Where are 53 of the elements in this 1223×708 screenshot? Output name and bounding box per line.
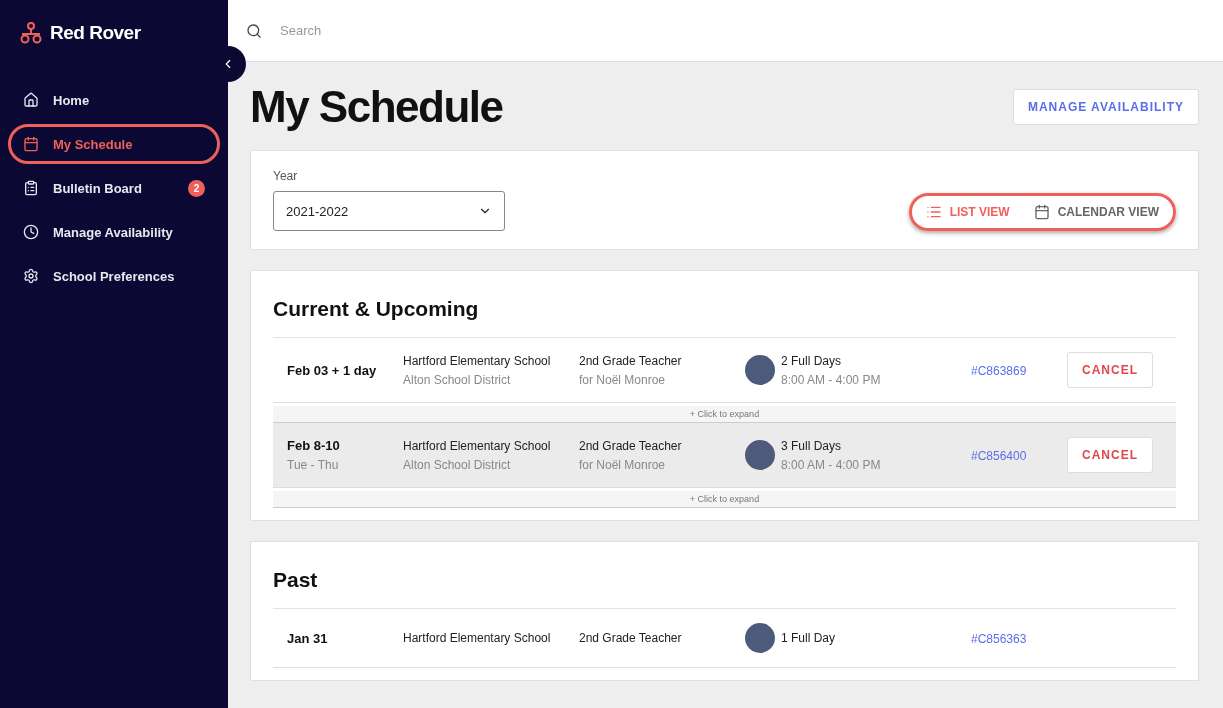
time-text: 8:00 AM - 4:00 PM [781, 457, 882, 472]
duration-text: 1 Full Day [781, 631, 837, 645]
teacher-text: for Noël Monroe [579, 457, 667, 472]
position-text: 2nd Grade Teacher [579, 353, 683, 368]
confirmation-link[interactable]: #C863869 [971, 364, 1027, 378]
avatar-circle [745, 355, 775, 385]
school-text: Hartford Elementary School [403, 438, 552, 453]
expand-button[interactable]: + Click to expand [273, 406, 1176, 423]
position-text: 2nd Grade Teacher [579, 438, 683, 453]
settings-icon [23, 268, 39, 284]
calendar-icon [23, 136, 39, 152]
school-text: Hartford Elementary School [403, 631, 552, 645]
schedule-row[interactable]: Feb 8-10 Tue - Thu Hartford Elementary School Alton School District 2nd Grade Teacher for Noël Monroe 3 Full Days 8:00 AM - 4:00 PM #C856400 CANCEL [273, 423, 1176, 488]
clipboard-icon [23, 180, 39, 196]
cancel-button[interactable]: CANCEL [1067, 352, 1153, 388]
duration-text: 3 Full Days [781, 438, 843, 453]
district-text: Alton School District [403, 372, 512, 387]
confirmation-link[interactable]: #C856400 [971, 449, 1027, 463]
expand-button[interactable]: + Click to expand [273, 491, 1176, 508]
calendar-icon [1033, 204, 1050, 220]
logo-icon [18, 22, 44, 44]
confirmation-link[interactable]: #C856363 [971, 632, 1027, 646]
manage-availability-button[interactable]: MANAGE AVAILABILITY [1012, 89, 1199, 125]
school-text: Hartford Elementary School [403, 353, 552, 368]
search-icon [246, 23, 262, 39]
nav-item[interactable]: Home [8, 80, 220, 120]
nav-item[interactable]: My Schedule [8, 124, 220, 164]
year-label: Year [273, 169, 299, 183]
district-text: Alton School District [403, 457, 512, 472]
search-field[interactable]: Search [228, 0, 1223, 62]
teacher-text: for Noël Monroe [579, 372, 667, 387]
nav-item[interactable]: Manage Availability [8, 212, 220, 252]
cancel-button[interactable]: CANCEL [1067, 437, 1153, 473]
home-icon [23, 92, 39, 108]
clock-icon [23, 224, 39, 240]
brand-name: Red Rover [50, 22, 141, 44]
avatar-circle [745, 440, 775, 470]
date-text: Feb 8-10 [287, 438, 341, 453]
nav-item[interactable]: School Preferences [8, 256, 220, 296]
page-title: My Schedule [250, 82, 503, 132]
position-text: 2nd Grade Teacher [579, 631, 683, 645]
year-select[interactable]: 2021-2022 [273, 191, 505, 231]
date-text: Feb 03 + 1 day [287, 362, 378, 378]
days-text: Tue - Thu [287, 458, 340, 472]
duration-text: 2 Full Days [781, 353, 843, 368]
nav-item[interactable]: Bulletin Board 2 [8, 168, 220, 208]
view-tab[interactable]: CALENDAR VIEW [1033, 204, 1159, 220]
count-badge: 2 [188, 179, 205, 197]
date-text: Jan 31 [287, 630, 329, 646]
time-text: 8:00 AM - 4:00 PM [781, 372, 882, 387]
avatar-circle [745, 623, 775, 653]
view-tab[interactable]: LIST VIEW [925, 204, 1010, 220]
list-icon [925, 204, 942, 220]
